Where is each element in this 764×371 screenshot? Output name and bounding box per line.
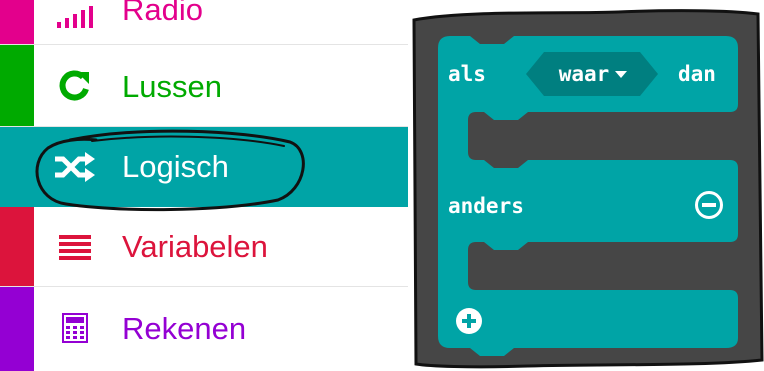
category-color-stripe (0, 0, 34, 44)
category-label-logisch: Logisch (122, 149, 229, 184)
remove-else-minus-icon[interactable] (694, 190, 724, 220)
toolbox-category-logisch[interactable]: Logisch (0, 127, 408, 207)
toolbox-category-lussen[interactable]: Lussen (0, 45, 408, 127)
dropdown-arrow-icon (615, 70, 628, 78)
category-color-stripe (0, 45, 34, 126)
category-label-variabelen: Variabelen (122, 229, 268, 264)
blocks-workspace: als waar dan anders (408, 0, 764, 371)
calculator-icon (52, 308, 98, 348)
add-else-if-plus-icon[interactable] (454, 306, 484, 336)
category-label-radio: Radio (122, 0, 203, 27)
if-label: als (448, 62, 486, 86)
else-label: anders (448, 194, 524, 218)
category-label-lussen: Lussen (122, 69, 222, 104)
condition-dropdown[interactable]: waar (544, 58, 642, 90)
toolbox-category-rekenen[interactable]: Rekenen (0, 287, 408, 371)
radio-signal-icon (52, 0, 98, 36)
loop-refresh-icon (52, 66, 98, 106)
toolbox: Radio Lussen Logisch Variabelen Rekenen (0, 0, 408, 371)
category-label-rekenen: Rekenen (122, 311, 247, 346)
category-color-stripe (0, 287, 34, 371)
list-lines-icon (52, 227, 98, 267)
toolbox-category-radio[interactable]: Radio (0, 0, 408, 45)
category-color-stripe (0, 207, 34, 286)
then-label: dan (678, 62, 716, 86)
shuffle-icon (52, 147, 98, 187)
toolbox-category-variabelen[interactable]: Variabelen (0, 207, 408, 287)
category-color-stripe (0, 127, 34, 207)
condition-value: waar (558, 62, 610, 86)
